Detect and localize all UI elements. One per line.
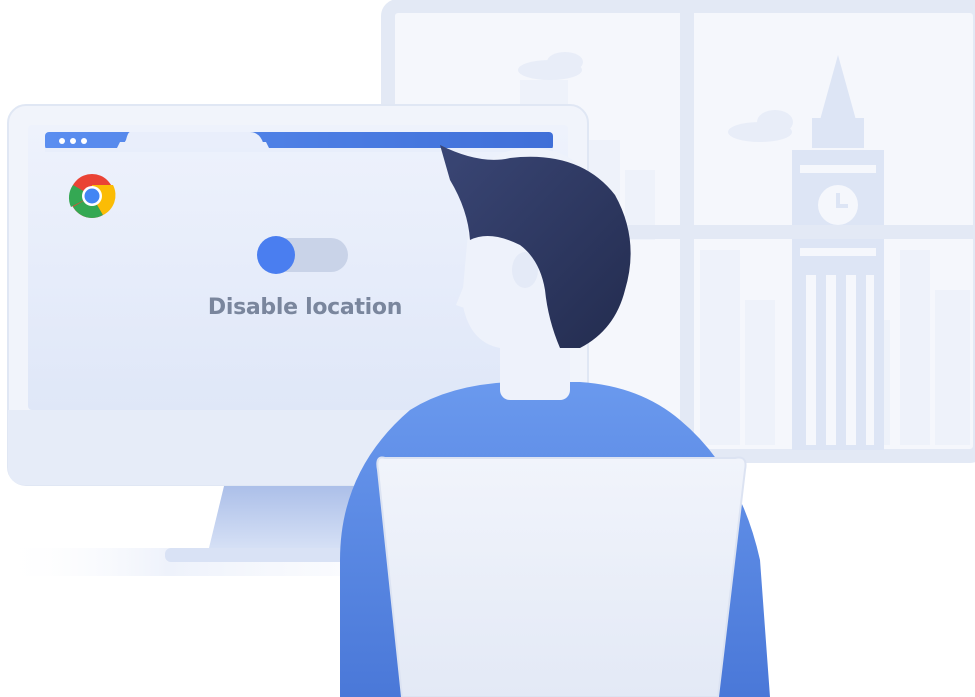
window-dots-icon	[59, 138, 87, 144]
browser-bar	[45, 132, 553, 152]
chair-back	[376, 456, 747, 697]
illustration-scene	[0, 0, 975, 697]
location-toggle-switch[interactable]	[252, 235, 350, 275]
disable-location-label: Disable location	[207, 295, 403, 320]
